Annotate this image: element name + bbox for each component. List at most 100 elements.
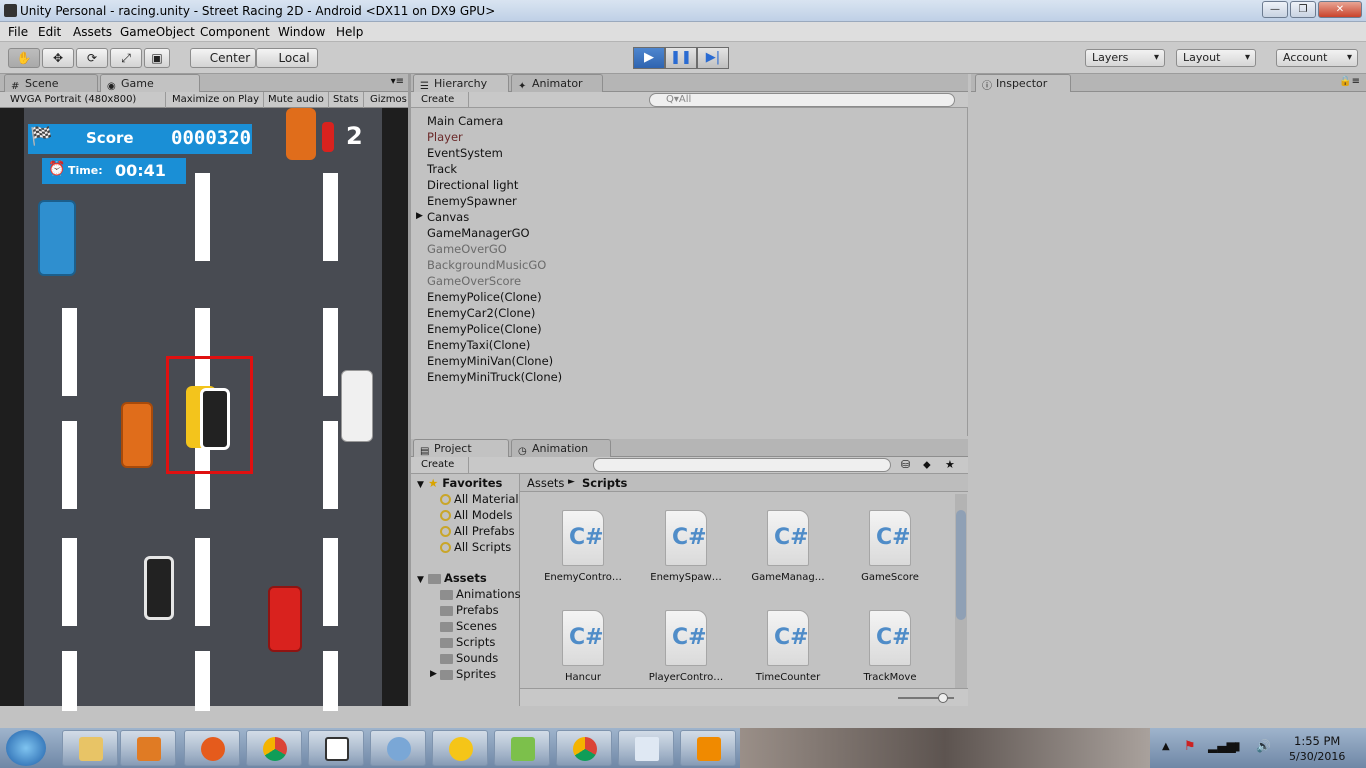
layers-dropdown[interactable]: Layers bbox=[1085, 49, 1165, 67]
folder-item[interactable]: Sounds bbox=[440, 651, 498, 665]
layout-dropdown[interactable]: Layout bbox=[1176, 49, 1256, 67]
folder-item[interactable]: Scripts bbox=[440, 635, 495, 649]
explorer-taskbar-icon[interactable] bbox=[62, 730, 118, 766]
menu-edit[interactable]: Edit bbox=[38, 25, 61, 39]
folder-item[interactable]: Scenes bbox=[440, 619, 497, 633]
panel-menu-icon[interactable]: ▾≡ bbox=[391, 76, 404, 87]
tab-animation[interactable]: ◷ Animation bbox=[511, 439, 611, 457]
close-button[interactable]: ✕ bbox=[1318, 1, 1362, 18]
vlc-taskbar-icon[interactable] bbox=[680, 730, 736, 766]
favorites-item[interactable]: All Material bbox=[440, 492, 519, 506]
scale-tool-icon[interactable]: ⤢ bbox=[110, 48, 142, 68]
tab-project[interactable]: ▤ Project bbox=[413, 439, 509, 457]
start-button-icon[interactable] bbox=[6, 730, 46, 766]
rotate-tool-icon[interactable]: ⟳ bbox=[76, 48, 108, 68]
script-asset[interactable]: C# GameScore bbox=[840, 510, 940, 583]
hand-tool-icon[interactable]: ✋ bbox=[8, 48, 40, 68]
hierarchy-item[interactable]: EnemyTaxi(Clone) bbox=[427, 338, 530, 352]
unity-taskbar-icon[interactable] bbox=[308, 730, 364, 766]
android-studio-taskbar-icon[interactable] bbox=[494, 730, 550, 766]
sprites-expand-icon[interactable]: ▶ bbox=[430, 669, 437, 679]
hierarchy-item[interactable]: EventSystem bbox=[427, 146, 503, 160]
chrome-taskbar-icon[interactable] bbox=[246, 730, 302, 766]
favorites-item[interactable]: All Models bbox=[440, 508, 512, 522]
breadcrumb-scripts[interactable]: Scripts bbox=[582, 476, 627, 490]
favorites-item[interactable]: All Scripts bbox=[440, 540, 511, 554]
hierarchy-item[interactable]: GameOverScore bbox=[427, 274, 521, 288]
menu-help[interactable]: Help bbox=[336, 25, 363, 39]
filter-label-icon[interactable]: ⬥ bbox=[923, 458, 931, 472]
menu-gameobject[interactable]: GameObject bbox=[120, 25, 195, 39]
step-button[interactable]: ▶| bbox=[697, 47, 729, 69]
hierarchy-create-dropdown[interactable]: Create bbox=[417, 92, 469, 108]
script-asset[interactable]: C# GameManag… bbox=[738, 510, 838, 583]
hierarchy-item[interactable]: EnemyMiniVan(Clone) bbox=[427, 354, 553, 368]
favorites-collapse-icon[interactable]: ▼ bbox=[417, 480, 424, 490]
minimize-button[interactable]: — bbox=[1262, 1, 1288, 18]
hierarchy-item[interactable]: BackgroundMusicGO bbox=[427, 258, 546, 272]
project-search-input[interactable] bbox=[593, 458, 891, 472]
chrome-2-taskbar-icon[interactable] bbox=[556, 730, 612, 766]
app-taskbar-icon[interactable] bbox=[370, 730, 426, 766]
project-create-dropdown[interactable]: Create bbox=[417, 457, 469, 473]
hierarchy-item[interactable]: EnemyMiniTruck(Clone) bbox=[427, 370, 562, 384]
hierarchy-item[interactable]: EnemySpawner bbox=[427, 194, 517, 208]
game-view[interactable]: 🏁 Score 0000320 ⏰ Time: 00:41 2 bbox=[0, 108, 408, 711]
folder-item[interactable]: Animations bbox=[440, 587, 521, 601]
tab-game[interactable]: ◉ Game bbox=[100, 74, 200, 92]
canvas-expand-icon[interactable]: ▶ bbox=[416, 211, 423, 221]
maximize-button[interactable]: ❐ bbox=[1290, 1, 1316, 18]
stats-toggle[interactable]: Stats bbox=[329, 92, 364, 108]
power-icon[interactable]: ▮ bbox=[1234, 739, 1241, 753]
mute-audio-toggle[interactable]: Mute audio bbox=[264, 92, 329, 108]
gizmos-toggle[interactable]: Gizmos bbox=[366, 92, 411, 108]
pause-button[interactable]: ❚❚ bbox=[665, 47, 697, 69]
hierarchy-search-input[interactable]: Q▾All bbox=[649, 93, 955, 107]
tab-hierarchy[interactable]: ☰ Hierarchy bbox=[413, 74, 509, 92]
move-tool-icon[interactable]: ✥ bbox=[42, 48, 74, 68]
clock-date[interactable]: 5/30/2016 bbox=[1289, 750, 1345, 763]
script-asset[interactable]: C# TrackMove bbox=[840, 610, 940, 683]
icon-size-slider-handle[interactable] bbox=[938, 693, 948, 703]
hierarchy-item[interactable]: EnemyPolice(Clone) bbox=[427, 322, 542, 336]
tab-inspector[interactable]: ⓘ Inspector bbox=[975, 74, 1071, 92]
favorites-item[interactable]: All Prefabs bbox=[440, 524, 515, 538]
project-scrollbar[interactable] bbox=[955, 494, 967, 688]
hierarchy-item[interactable]: GameOverGO bbox=[427, 242, 507, 256]
tab-animator[interactable]: ✦ Animator bbox=[511, 74, 603, 92]
hierarchy-item[interactable]: Track bbox=[427, 162, 457, 176]
resolution-dropdown[interactable]: WVGA Portrait (480x800) bbox=[6, 92, 166, 108]
maximize-on-play-toggle[interactable]: Maximize on Play bbox=[168, 92, 265, 108]
hierarchy-item[interactable]: Directional light bbox=[427, 178, 518, 192]
assets-header[interactable]: ▼ Assets bbox=[417, 571, 487, 585]
rect-tool-icon[interactable]: ▣ bbox=[144, 48, 170, 68]
folder-item[interactable]: Sprites bbox=[440, 667, 496, 681]
hierarchy-item[interactable]: EnemyPolice(Clone) bbox=[427, 290, 542, 304]
pivot-center-button[interactable]: Center bbox=[190, 48, 256, 68]
script-asset[interactable]: C# EnemyContro… bbox=[533, 510, 633, 583]
assets-collapse-icon[interactable]: ▼ bbox=[417, 575, 424, 585]
breadcrumb-assets[interactable]: Assets bbox=[527, 476, 564, 490]
tray-arrow-icon[interactable]: ▲ bbox=[1162, 741, 1170, 752]
script-asset[interactable]: C# EnemySpaw… bbox=[636, 510, 736, 583]
play-button[interactable]: ▶ bbox=[633, 47, 665, 69]
menu-component[interactable]: Component bbox=[200, 25, 270, 39]
lock-icon[interactable]: 🔒≡ bbox=[1339, 76, 1360, 87]
script-asset[interactable]: C# Hancur bbox=[533, 610, 633, 683]
menu-assets[interactable]: Assets bbox=[73, 25, 112, 39]
volume-icon[interactable]: 🔊 bbox=[1256, 739, 1271, 753]
network-icon[interactable]: ▂▄▆ bbox=[1208, 739, 1236, 753]
avast-taskbar-icon[interactable] bbox=[432, 730, 488, 766]
media-player-taskbar-icon[interactable] bbox=[120, 730, 176, 766]
hierarchy-item[interactable]: Main Camera bbox=[427, 114, 503, 128]
window-taskbar-icon[interactable] bbox=[618, 730, 674, 766]
hierarchy-item[interactable]: Player bbox=[427, 130, 463, 144]
menu-file[interactable]: File bbox=[8, 25, 28, 39]
menu-window[interactable]: Window bbox=[278, 25, 325, 39]
account-dropdown[interactable]: Account bbox=[1276, 49, 1358, 67]
hierarchy-item[interactable]: GameManagerGO bbox=[427, 226, 530, 240]
space-local-button[interactable]: Local bbox=[256, 48, 318, 68]
favorites-header[interactable]: ▼ ★ Favorites bbox=[417, 476, 502, 490]
tab-scene[interactable]: # Scene bbox=[4, 74, 98, 92]
script-asset[interactable]: C# PlayerContro… bbox=[636, 610, 736, 683]
